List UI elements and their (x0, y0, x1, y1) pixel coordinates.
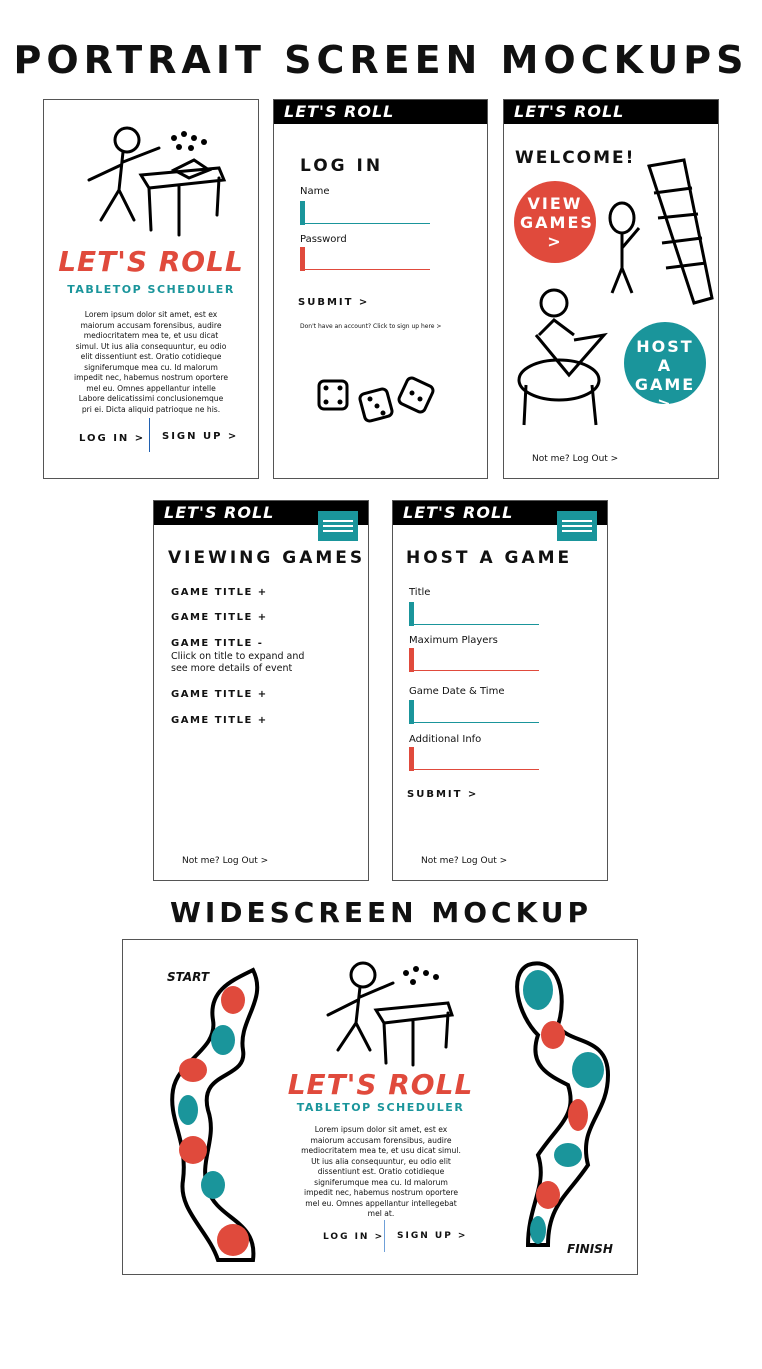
date-time-label: Game Date & Time (409, 686, 505, 697)
game-item[interactable]: GAME TITLE + (171, 715, 268, 726)
app-header: LET'S ROLL (274, 100, 487, 124)
password-input[interactable] (300, 246, 430, 271)
landing-screen: LET'S ROLL TABLETOP SCHEDULER Lorem ipsu… (43, 99, 259, 479)
name-input[interactable] (300, 200, 430, 225)
signup-link[interactable]: Don't have an account? Click to sign up … (300, 323, 441, 330)
title-input[interactable] (409, 601, 539, 626)
logout-link[interactable]: Not me? Log Out > (532, 454, 618, 464)
submit-button[interactable]: SUBMIT > (407, 789, 478, 800)
brand-logo: LET'S ROLL (287, 1068, 474, 1101)
portrait-title: PORTRAIT SCREEN MOCKUPS (13, 38, 749, 82)
host-heading: HOST A GAME (406, 548, 573, 568)
logout-link[interactable]: Not me? Log Out > (182, 856, 268, 866)
brand-logo: LET'S ROLL (58, 245, 244, 278)
host-game-screen: LET'S ROLL HOST A GAME Title Maximum Pla… (392, 500, 608, 881)
game-detail: Cliick on title to expand and see more d… (171, 651, 305, 674)
signup-link[interactable]: SIGN UP > (162, 431, 238, 442)
date-time-input[interactable] (409, 699, 539, 724)
login-heading: LOG IN (300, 156, 384, 176)
login-link[interactable]: LOG IN > (79, 433, 145, 444)
signup-link[interactable]: SIGN UP > (397, 1231, 467, 1241)
subtitle: TABLETOP SCHEDULER (67, 283, 235, 296)
viewing-games-screen: LET'S ROLL VIEWING GAMES GAME TITLE + GA… (153, 500, 369, 881)
name-label: Name (300, 186, 330, 197)
title-label: Title (409, 587, 431, 598)
dice-icon (317, 376, 435, 423)
start-path-sketch-icon (170, 967, 260, 1262)
finish-label: FINISH (567, 1242, 613, 1256)
finish-path-sketch-icon (515, 961, 611, 1247)
additional-info-input[interactable] (409, 746, 539, 771)
view-games-button[interactable]: VIEW GAMES > (514, 181, 596, 263)
app-header: LET'S ROLL (504, 100, 718, 124)
additional-info-label: Additional Info (409, 734, 482, 745)
game-item[interactable]: GAME TITLE + (171, 612, 268, 623)
subtitle: TABLETOP SCHEDULER (296, 1101, 465, 1114)
widescreen-title: WIDESCREEN MOCKUP (169, 896, 593, 929)
game-item-expanded[interactable]: GAME TITLE - (171, 638, 263, 649)
hamburger-menu-icon[interactable] (318, 511, 358, 541)
gamer-sketch-icon (87, 126, 227, 237)
intro-text: Lorem ipsum dolor sit amet, est ex maior… (301, 1125, 461, 1218)
divider (384, 1220, 385, 1252)
password-label: Password (300, 234, 347, 245)
game-item[interactable]: GAME TITLE + (171, 587, 268, 598)
reader-sketch-icon (517, 288, 608, 426)
gamer-sketch-icon (326, 961, 455, 1067)
max-players-input[interactable] (409, 647, 539, 672)
divider (149, 418, 150, 452)
welcome-screen: LET'S ROLL WELCOME! VIEW GAMES > HOST A G… (503, 99, 719, 479)
widescreen-landing: START FINISH LET'S ROLL TABLETOP SCHEDUL… (122, 939, 638, 1275)
submit-button[interactable]: SUBMIT > (298, 297, 369, 308)
login-link[interactable]: LOG IN > (323, 1232, 384, 1242)
game-item[interactable]: GAME TITLE + (171, 689, 268, 700)
max-players-label: Maximum Players (409, 635, 498, 646)
intro-text: Lorem ipsum dolor sit amet, est ex maior… (74, 310, 228, 414)
hamburger-menu-icon[interactable] (557, 511, 597, 541)
start-label: START (167, 970, 210, 984)
logout-link[interactable]: Not me? Log Out > (421, 856, 507, 866)
viewing-heading: VIEWING GAMES (168, 548, 366, 568)
login-screen: LET'S ROLL LOG IN Name Password SUBMIT >… (273, 99, 488, 479)
host-game-button[interactable]: HOST A GAME > (624, 322, 706, 413)
